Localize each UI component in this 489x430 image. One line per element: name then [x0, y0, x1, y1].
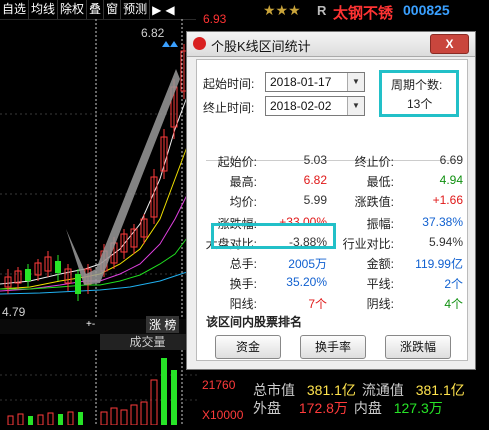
- chevron-down-icon[interactable]: ▼: [347, 97, 364, 115]
- price-axis-top: 6.93: [203, 12, 227, 26]
- volume-svg: [0, 350, 200, 426]
- margin-badge: R: [317, 3, 327, 18]
- stat-label: 终止价:: [354, 155, 394, 169]
- market-info: 总市值 381.1亿 流通值 381.1亿 外盘 172.8万 内盘 127.3…: [253, 378, 489, 425]
- toolbar-moving-average[interactable]: 均线: [29, 0, 59, 19]
- stat-value: 6.82: [303, 173, 327, 187]
- stat-label: 行业对比:: [342, 237, 394, 251]
- stock-code: 000825: [403, 2, 450, 18]
- stat-label: 阳线:: [229, 297, 257, 311]
- toolbar-forecast[interactable]: 预测: [121, 0, 151, 19]
- stat-label: 振幅:: [366, 217, 394, 231]
- volume-tick-1: 21760: [202, 378, 236, 392]
- toolbar-overlay[interactable]: 叠: [87, 0, 105, 19]
- info-label: 总市值: [253, 382, 295, 398]
- close-button[interactable]: X: [430, 34, 469, 54]
- rank-by-turnover-button[interactable]: 换手率: [300, 335, 366, 359]
- kline-chart[interactable]: 6.82 4.79 +‑ 涨 榜: [0, 19, 200, 334]
- change-pct-highlight: [211, 223, 336, 249]
- chart-toolbar: 自选 均线 除权 叠 窗 预测 ▶ ◀: [0, 0, 196, 20]
- info-label: 内盘: [353, 400, 382, 416]
- info-label: 流通值: [361, 382, 404, 398]
- stat-label: 涨跌值:: [354, 195, 394, 209]
- stat-value: 4个: [444, 297, 463, 311]
- stat-value: +1.66: [432, 193, 463, 207]
- period-count-label: 周期个数:: [391, 78, 443, 92]
- toolbar-watchlist[interactable]: 自选: [0, 0, 30, 19]
- end-date-picker[interactable]: 2018-02-02 ▼: [265, 96, 365, 116]
- ranking-title: 该区间内股票排名: [206, 315, 303, 329]
- stat-value: 6.69: [439, 153, 463, 167]
- toolbar-ex-rights[interactable]: 除权: [58, 0, 88, 19]
- stat-value: 2个: [444, 277, 463, 291]
- start-date-picker[interactable]: 2018-01-17 ▼: [265, 72, 365, 92]
- stat-label: 均价:: [229, 195, 257, 209]
- volume-chart: 21760 X10000: [0, 350, 243, 426]
- stat-value: 5.99: [303, 193, 327, 207]
- zoom-control[interactable]: +‑: [86, 319, 95, 330]
- next-arrow-icon[interactable]: ▶: [150, 3, 163, 17]
- stat-value: 2005万: [288, 257, 327, 271]
- low-price-label: 4.79: [2, 305, 26, 319]
- app-logo-icon: [193, 37, 206, 50]
- info-value: 172.8万: [298, 400, 348, 416]
- kline-svg: [0, 19, 200, 334]
- rating-stars: ★★★: [263, 2, 301, 18]
- rank-by-funds-button[interactable]: 资金: [215, 335, 281, 359]
- stat-label: 平线:: [366, 277, 394, 291]
- stock-name: 太钢不锈: [333, 5, 394, 22]
- stat-value: 4.94: [439, 173, 463, 187]
- stat-label: 金额:: [366, 257, 394, 271]
- period-count-value: 13个: [407, 97, 433, 111]
- stat-label: 最低:: [366, 175, 394, 189]
- start-date-value: 2018-01-17: [270, 75, 332, 89]
- zone-label: 涨 榜: [146, 316, 180, 333]
- stat-value: 35.20%: [286, 275, 327, 289]
- stat-label: 最高:: [229, 175, 257, 189]
- toolbar-window[interactable]: 窗: [104, 0, 122, 19]
- volume-tick-2: X10000: [202, 408, 244, 422]
- end-date-value: 2018-02-02: [270, 99, 332, 113]
- stat-label: 换手:: [229, 277, 257, 291]
- info-value: 381.1亿: [306, 382, 356, 398]
- chevron-down-icon[interactable]: ▼: [347, 73, 364, 91]
- prev-arrow-icon[interactable]: ◀: [163, 3, 176, 17]
- volume-title: 成交量: [100, 334, 195, 350]
- dialog-titlebar[interactable]: 个股K线区间统计 X: [187, 32, 475, 57]
- rank-by-change-button[interactable]: 涨跌幅: [385, 335, 451, 359]
- info-value: 381.1亿: [415, 382, 465, 398]
- start-time-label: 起始时间:: [203, 77, 255, 91]
- dialog-body: 起始时间: 2018-01-17 ▼ 终止时间: 2018-02-02 ▼ 周期…: [196, 59, 468, 361]
- end-time-label: 终止时间:: [203, 101, 255, 115]
- dialog-title: 个股K线区间统计: [211, 39, 311, 54]
- stat-value: 37.38%: [422, 215, 463, 229]
- peak-price-label: 6.82: [141, 26, 165, 40]
- stat-value: 5.03: [303, 153, 327, 167]
- info-value: 127.3万: [393, 400, 443, 416]
- interval-stats-dialog: 个股K线区间统计 X 起始时间: 2018-01-17 ▼ 终止时间: 2018…: [186, 31, 476, 370]
- stat-label: 起始价:: [217, 155, 257, 169]
- stat-label: 总手:: [229, 257, 257, 271]
- stat-value: 5.94%: [428, 235, 463, 249]
- stat-value: 7个: [308, 297, 327, 311]
- stat-label: 阴线:: [366, 297, 394, 311]
- info-row-1: 总市值 381.1亿 流通值 381.1亿: [253, 380, 465, 400]
- stat-value: 119.99亿: [415, 257, 463, 271]
- info-row-2: 外盘 172.8万 内盘 127.3万: [253, 398, 443, 418]
- info-label: 外盘: [253, 400, 281, 416]
